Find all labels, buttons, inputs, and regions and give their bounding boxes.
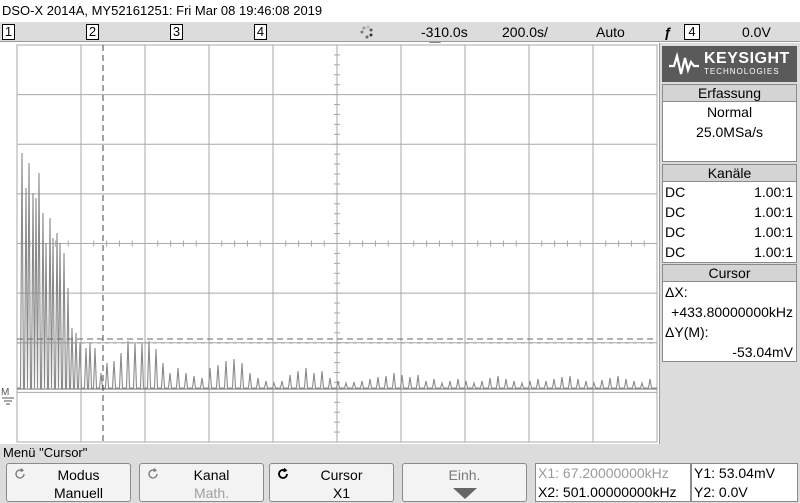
softkey-bar: Modus Manuell Kanal Math. Cursor X1 Einh…	[0, 461, 800, 503]
probe-ratio: 1.00:1	[754, 244, 793, 260]
channel-ground-marker-icon: M	[1, 387, 9, 398]
channel-coupling: DC	[665, 184, 686, 200]
sample-rate: 25.0MSa/s	[696, 124, 763, 140]
mode-softkey-value: Manuell	[53, 485, 104, 501]
time-offset-readout[interactable]: -310.0s	[421, 23, 468, 41]
acquisition-busy-icon	[360, 25, 373, 39]
cursor-header: Cursor	[662, 264, 797, 282]
channel-row: DC 1.00:1	[663, 202, 796, 222]
delta-x-label-row: ΔX:	[663, 282, 796, 302]
x1-readout: X1: 67.20000000kHz	[538, 465, 669, 481]
mode-softkey-label: Modus	[57, 467, 100, 483]
acquisition-mode: Normal	[706, 104, 753, 120]
trigger-level-readout[interactable]: 0.0V	[742, 23, 771, 41]
rotate-knob-icon	[148, 468, 158, 479]
x2-readout: X2: 501.00000000kHz	[538, 484, 677, 500]
cursor-softkey-label: Cursor	[320, 467, 363, 483]
channel-4-indicator[interactable]: 4	[254, 24, 267, 40]
delta-y-label-row: ΔY(M):	[663, 322, 796, 342]
channel-softkey[interactable]: Kanal Math.	[139, 463, 264, 502]
delta-y-value-row: -53.04mV	[663, 342, 796, 362]
channels-header: Kanäle	[662, 164, 797, 182]
channel-3-indicator[interactable]: 3	[170, 24, 183, 40]
delta-x-value: +433.80000000kHz	[671, 304, 793, 320]
channel-row: DC 1.00:1	[663, 222, 796, 242]
waveform-display[interactable]: M	[0, 43, 659, 444]
keysight-wave-icon	[669, 52, 699, 75]
cursor-softkey-value: X1	[332, 485, 351, 501]
menu-title: Menü "Cursor"	[0, 444, 800, 461]
timebase-readout[interactable]: 200.0s/	[502, 23, 548, 41]
y-cursor-readout: Y1: 53.04mV Y2: 0.0V	[691, 463, 798, 502]
channel-2-indicator[interactable]: 2	[86, 24, 99, 40]
channel-coupling: DC	[665, 244, 686, 260]
mode-softkey[interactable]: Modus Manuell	[6, 463, 131, 502]
channel-1-indicator[interactable]: 1	[2, 24, 15, 40]
rotate-knob-icon	[15, 468, 25, 479]
trigger-mode-readout[interactable]: Auto	[596, 23, 625, 41]
channel-softkey-label: Kanal	[193, 467, 230, 483]
brand-name: KEYSIGHT	[704, 50, 790, 67]
channel-row: DC 1.00:1	[663, 242, 796, 262]
cursor-select-softkey[interactable]: Cursor X1	[269, 463, 394, 502]
delta-y-value: -53.04mV	[732, 344, 793, 360]
keysight-logo: KEYSIGHT TECHNOLOGIES	[662, 46, 797, 82]
trigger-edge-icon: ƒ	[664, 24, 672, 40]
acquisition-header: Erfassung	[662, 84, 797, 102]
probe-ratio: 1.00:1	[754, 184, 793, 200]
cursor-section[interactable]: ΔX: +433.80000000kHz ΔY(M): -53.04mV	[662, 282, 797, 362]
submenu-arrow-down-icon	[453, 488, 477, 499]
graticule: M	[1, 44, 658, 443]
rotate-knob-icon	[278, 467, 288, 479]
channel-softkey-value: Math.	[193, 485, 229, 501]
x-cursor-readout: X1: 67.20000000kHz X2: 501.00000000kHz	[535, 463, 691, 502]
delta-x-label: ΔX:	[665, 284, 688, 300]
probe-ratio: 1.00:1	[754, 204, 793, 220]
status-bar: 1 2 3 4 -310.0s 200.0s/ Auto ƒ 4 0.0V	[0, 22, 800, 42]
acquisition-section[interactable]: Normal 25.0MSa/s	[662, 102, 797, 162]
brand-sub: TECHNOLOGIES	[704, 67, 780, 76]
channel-coupling: DC	[665, 224, 686, 240]
probe-ratio: 1.00:1	[754, 224, 793, 240]
units-softkey-label: Einh.	[448, 467, 481, 483]
y2-readout: Y2: 0.0V	[694, 484, 748, 500]
channels-section[interactable]: DC 1.00:1 DC 1.00:1 DC 1.00:1 DC 1.00:1	[662, 182, 797, 263]
delta-y-label: ΔY(M):	[665, 324, 709, 340]
channel-coupling: DC	[665, 204, 686, 220]
trigger-source-indicator[interactable]: 4	[684, 24, 700, 40]
y1-readout: Y1: 53.04mV	[694, 465, 775, 481]
units-softkey[interactable]: Einh.	[402, 463, 527, 502]
channel-row: DC 1.00:1	[663, 182, 796, 202]
window-title: DSO-X 2014A, MY52161251: Fri Mar 08 19:4…	[0, 0, 800, 22]
delta-x-value-row: +433.80000000kHz	[663, 302, 796, 322]
